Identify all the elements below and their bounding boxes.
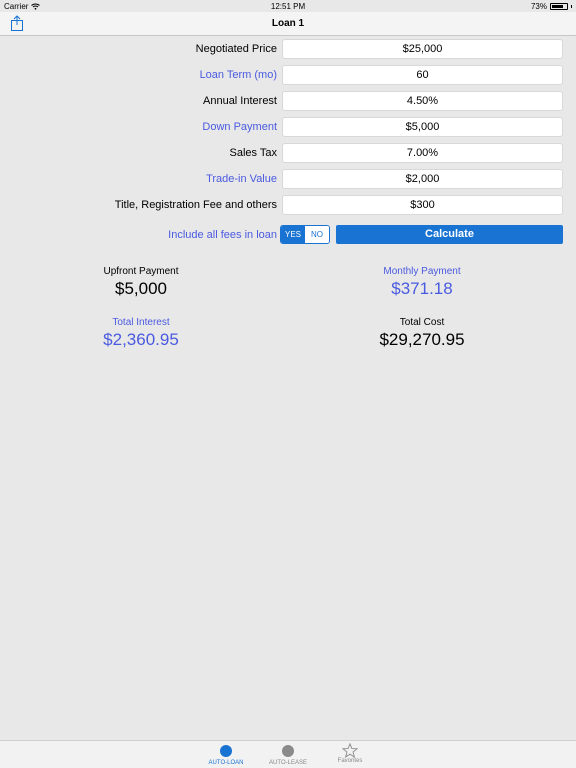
status-bar: Carrier 12:51 PM 73% [0,0,576,12]
negotiated-price-label: Negotiated Price [195,43,277,55]
tab-auto-lease[interactable]: AUTO-LEASE [258,743,318,766]
total-interest-label: Total Interest [112,317,170,328]
star-icon [342,743,358,758]
battery-tip [571,5,572,8]
negotiated-price-field[interactable] [282,39,563,59]
upfront-payment-value: $5,000 [115,279,167,298]
upfront-payment-label: Upfront Payment [103,266,179,277]
total-cost-value: $29,270.95 [379,330,465,349]
battery-icon [550,3,568,10]
total-interest-value: $2,360.95 [103,330,179,349]
monthly-payment-value: $371.18 [391,279,453,298]
annual-interest-label: Annual Interest [203,95,277,107]
form-row-loan-term: Loan Term (mo) [0,65,576,85]
fees-no-option[interactable]: NO [305,226,329,243]
trade-in-label[interactable]: Trade-in Value [206,173,277,185]
tab-auto-loan-label: AUTO-LOAN [208,760,244,766]
form-row-sales-tax: Sales Tax [0,143,576,163]
tab-favorites[interactable]: Favorites [320,743,380,764]
annual-interest-field[interactable] [282,91,563,111]
circle-icon [282,745,294,757]
circle-icon [220,745,232,757]
sales-tax-field[interactable] [282,143,563,163]
loan-term-label[interactable]: Loan Term (mo) [200,69,277,81]
nav-bar: Loan 1 [0,12,576,36]
monthly-payment-result: Monthly Payment $371.18 [322,266,522,299]
loan-term-field[interactable] [282,65,563,85]
include-fees-toggle[interactable]: YES NO [280,225,330,244]
battery-percent: 73% [530,2,547,11]
form-row-title-fee: Title, Registration Fee and others [0,195,576,215]
title-fee-label: Title, Registration Fee and others [114,199,277,211]
total-interest-result: Total Interest $2,360.95 [41,317,241,350]
form-row-trade-in: Trade-in Value [0,169,576,189]
form-row-down-payment: Down Payment [0,117,576,137]
tab-favorites-label: Favorites [337,758,363,764]
monthly-payment-label: Monthly Payment [383,266,461,277]
tab-auto-lease-label: AUTO-LEASE [269,760,307,766]
down-payment-field[interactable] [282,117,563,137]
trade-in-field[interactable] [282,169,563,189]
sales-tax-label: Sales Tax [229,147,278,159]
total-cost-result: Total Cost $29,270.95 [322,317,522,350]
form-row-negotiated-price: Negotiated Price [0,39,576,59]
calculate-button[interactable]: Calculate [336,225,563,244]
total-cost-label: Total Cost [399,317,445,328]
status-right: 73% [531,2,572,11]
down-payment-label[interactable]: Down Payment [202,121,277,133]
include-fees-label: Include all fees in loan [168,229,277,241]
page-title: Loan 1 [271,18,305,29]
upfront-payment-result: Upfront Payment $5,000 [41,266,241,299]
form-row-annual-interest: Annual Interest [0,91,576,111]
tab-auto-loan[interactable]: AUTO-LOAN [196,743,256,766]
title-fee-field[interactable] [282,195,563,215]
tab-bar: AUTO-LOAN AUTO-LEASE Favorites [0,740,576,768]
fees-yes-option[interactable]: YES [281,226,305,243]
status-time: 12:51 PM [270,2,306,11]
